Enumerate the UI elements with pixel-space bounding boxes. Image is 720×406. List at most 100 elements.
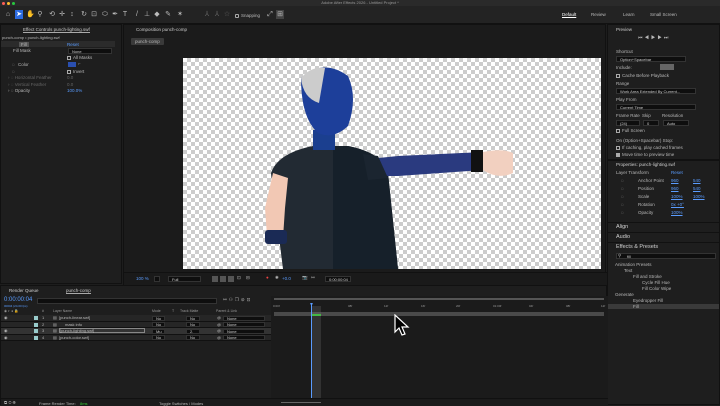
layer-name[interactable]: [punch-color.swf] [59,335,89,341]
fill-mask-dropdown[interactable]: None [68,48,112,54]
layer-search-input[interactable] [37,298,217,304]
mode-dropdown[interactable]: No [152,335,165,341]
prop-value-1[interactable]: 0x +0° [671,202,684,207]
exposure-value[interactable]: +0.0 [282,276,291,281]
layer-row[interactable]: ◉ 1 ▤ [punch-linear.swf] No No @ None [1,315,271,322]
mode-dropdown[interactable]: Mu [152,328,165,334]
roto-brush-icon[interactable]: ✎ [164,10,172,19]
shape-tool-icon[interactable]: ⬭ [101,10,109,19]
stopwatch-icon[interactable]: ◌ [621,210,624,215]
snapshot-icon[interactable]: 📷 [302,275,308,281]
prop-value-1[interactable]: 100% [671,210,683,215]
tree-eyedropper-fill[interactable]: Eyedropper Fill [633,298,663,303]
vertical-feather-row[interactable]: › ◌ Vertical Feather [8,82,46,87]
tree-fill-color-wipe[interactable]: Fill Color Wipe [642,286,671,291]
pickwhip-icon[interactable]: @ [217,315,221,321]
playhead[interactable] [311,303,312,400]
comp-canvas[interactable] [183,58,601,269]
clone-stamp-icon[interactable]: ⊥ [143,10,151,19]
prop-value-1[interactable]: 100% [671,194,683,199]
tree-fill-and-stroke[interactable]: Fill and Stroke [633,274,662,279]
mode-dropdown[interactable]: No [152,315,165,321]
hand-tool-icon[interactable]: ✋ [26,10,35,19]
layer-row[interactable]: ◉ 4 ▤ [punch-color.swf] No No @ None [1,334,271,342]
zoom-slider[interactable] [281,402,321,403]
tab-punch-comp[interactable]: punch-comp [66,288,91,294]
playhead-handle-icon[interactable]: ▼ [309,302,314,308]
mask-visibility-icon[interactable] [228,276,234,282]
axis-local-icon[interactable]: ⅄ [203,10,211,19]
reset-exposure-icon[interactable]: ✺ [275,275,279,281]
track-matte-dropdown[interactable]: No [186,335,200,341]
color-swatch[interactable] [68,62,76,67]
zoom-tool-icon[interactable]: ⚲ [36,10,44,19]
cache-checkbox[interactable]: Cache Before Playback [616,73,669,78]
resolution-dropdown-preview[interactable]: Auto [663,120,689,126]
footer-icons[interactable]: ⧉ ⊙ ⊕ [4,400,16,405]
viewer-timecode[interactable]: 0:00:00:04 [325,276,351,282]
minimize-window-icon[interactable] [7,1,10,5]
opacity-row[interactable]: › ◌ Opacity [8,88,30,93]
pen-tool-icon[interactable]: ✒ [111,10,119,19]
prop-value-2[interactable]: 100% [693,194,705,199]
stopwatch-icon[interactable]: ◌ [621,194,624,199]
comp-button[interactable]: punch-comp [131,38,164,45]
color-channel-icon[interactable]: ● [266,275,269,280]
last-frame-icon[interactable]: ⏭ [664,35,671,41]
label-color[interactable] [34,335,38,340]
tree-generate[interactable]: Generate [615,292,634,297]
horizontal-feather-row[interactable]: › ◌ Horizontal Feather [8,75,52,80]
tree-cycle-fill-hue[interactable]: Cycle Fill Hue [642,280,670,285]
parent-dropdown[interactable]: None [223,315,265,321]
label-color[interactable] [34,322,38,327]
layer-name[interactable]: mask info [65,322,82,328]
shortcut-dropdown[interactable]: Option+Spacebar [616,56,686,62]
time-navigator[interactable] [274,298,604,300]
parent-dropdown[interactable]: None [223,322,265,328]
range-dropdown[interactable]: Work Area Extended By Current... [616,88,696,94]
puppet-tool-icon[interactable]: ✶ [176,10,184,19]
snapping-toggle[interactable]: Snapping [235,13,260,18]
color-stopwatch-icon[interactable]: ◌ [12,62,15,67]
timeline-switches[interactable]: ⚯⚇❐⊘⊡ [223,297,252,303]
properties-reset[interactable]: Reset [671,170,683,175]
play-from-dropdown[interactable]: Current Time [616,104,696,110]
layer-name[interactable]: [punch-lighting.swf] [59,328,145,334]
full-screen-checkbox[interactable]: Full Screen [616,128,645,133]
frame-rate-dropdown[interactable]: (24) [616,120,640,126]
stopwatch-icon[interactable]: ◌ [621,178,624,183]
brush-tool-icon[interactable]: / [133,10,141,19]
invert-checkbox[interactable]: Invert [67,69,84,74]
all-masks-checkbox[interactable]: All Masks [67,55,92,60]
layer-name[interactable]: [punch-linear.swf] [59,315,90,321]
layer-row[interactable]: ◉ 3 ▤ [punch-lighting.swf] Mu 2. @ None [1,328,271,335]
pickwhip-icon[interactable]: @ [217,328,221,334]
anchor-tool-icon[interactable]: ⊡ [90,10,98,19]
guides-icon[interactable]: ⊟ [246,275,250,281]
tab-composition[interactable]: Composition punch-comp [136,27,187,32]
parent-dropdown[interactable]: None [223,328,265,334]
orbit-tool-icon[interactable]: ⟲ [48,10,56,19]
audio-panel[interactable]: Audio [608,232,719,241]
zoom-level[interactable]: 100 % [136,276,149,281]
type-tool-icon[interactable]: T [121,10,129,19]
tree-fill[interactable]: Fill [608,304,719,309]
align-panel[interactable]: Align [608,222,719,231]
transparency-grid-icon[interactable] [220,276,226,282]
dolly-tool-icon[interactable]: ↕ [68,10,76,19]
resolution-dropdown[interactable]: Full [168,276,201,282]
close-window-icon[interactable] [2,1,5,5]
track-area[interactable]: 0:00f 08f 12f 16f 20f 01:00f 04f 08f 12f ▼ [271,296,608,400]
axis-view-icon[interactable]: ☆ [223,10,231,19]
if-caching-checkbox[interactable]: If caching, play cached frames [616,145,683,150]
skip-dropdown[interactable]: 0 [643,120,659,126]
workspace-small-screen[interactable]: Small Screen [650,12,677,17]
label-color[interactable] [34,329,38,334]
track-matte-dropdown[interactable]: 2. [186,328,200,334]
tree-animation-presets[interactable]: Animation Presets [615,262,652,267]
track-matte-dropdown[interactable]: No [186,322,200,328]
current-timecode[interactable]: 0:00:00:04 [4,297,32,303]
tree-text[interactable]: Text [624,268,632,273]
tab-render-queue[interactable]: Render Queue [9,288,39,293]
region-of-interest-icon[interactable]: ⊡ [237,275,241,281]
